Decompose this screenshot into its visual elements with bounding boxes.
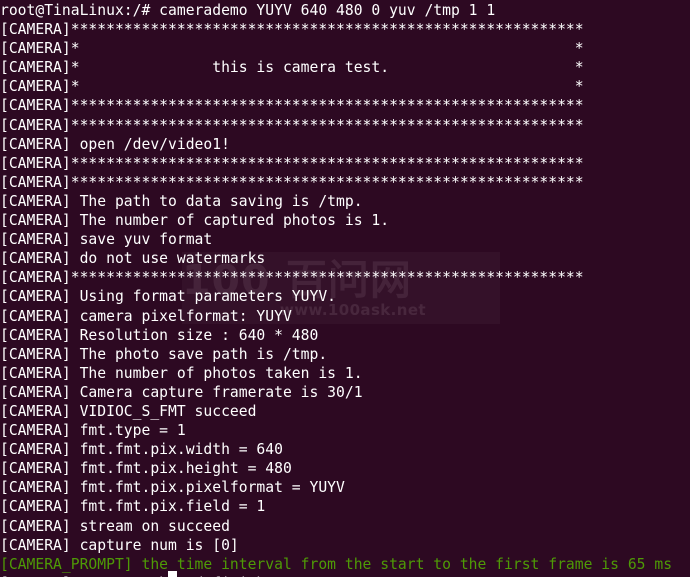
terminal-window[interactable]: 100 百问网 www.100ask.net root@TinaLinux:/#… — [0, 0, 690, 577]
terminal-line: [CAMERA] fmt.fmt.pix.height = 480 — [0, 460, 292, 478]
terminal-output: root@TinaLinux:/# camerademo YUYV 640 48… — [0, 1, 690, 577]
terminal-line: [CAMERA] stream on succeed — [0, 517, 230, 535]
terminal-line: [CAMERA] VIDIOC_S_FMT succeed — [0, 402, 257, 420]
terminal-line: [CAMERA] save yuv format — [0, 231, 213, 249]
terminal-line: [CAMERA]********************************… — [0, 116, 584, 134]
terminal-line: [CAMERA] The photo save path is /tmp. — [0, 345, 328, 363]
terminal-line: [CAMERA]* this is camera test. * — [0, 59, 584, 77]
terminal-line: [CAMERA] do not use watermarks — [0, 250, 266, 268]
terminal-line: [CAMERA] fmt.type = 1 — [0, 422, 186, 440]
terminal-line: [CAMERA]********************************… — [0, 269, 584, 287]
terminal-line: [CAMERA] Resolution size : 640 * 480 — [0, 326, 319, 344]
terminal-line: [CAMERA_PROMPT] the time interval from t… — [0, 555, 673, 573]
terminal-line: [CAMERA] Using format parameters YUYV. — [0, 288, 337, 306]
terminal-line: [CAMERA] fmt.fmt.pix.field = 1 — [0, 498, 266, 516]
terminal-line: [CAMERA] fmt.fmt.pix.width = 640 — [0, 441, 283, 459]
terminal-line: [CAMERA] camera pixelformat: YUYV — [0, 307, 292, 325]
terminal-line: [CAMERA] fmt.fmt.pix.pixelformat = YUYV — [0, 479, 345, 497]
terminal-line: [CAMERA] The path to data saving is /tmp… — [0, 192, 363, 210]
terminal-line: [CAMERA]********************************… — [0, 154, 584, 172]
terminal-line: [CAMERA] capture num is [0] — [0, 536, 239, 554]
terminal-line: [CAMERA]********************************… — [0, 21, 584, 39]
terminal-prompt-line: root@TinaLinux:/# camerademo YUYV 640 48… — [0, 2, 496, 19]
terminal-line: [CAMERA] Camera capture framerate is 30/… — [0, 383, 363, 401]
terminal-line: [CAMERA]* * — [0, 78, 584, 96]
terminal-line: [CAMERA] The number of captured photos i… — [0, 212, 390, 230]
terminal-line: [CAMERA]* * — [0, 40, 584, 58]
terminal-line: [CAMERA]********************************… — [0, 173, 584, 191]
terminal-line: [CAMERA] The number of photos taken is 1… — [0, 364, 363, 382]
terminal-line: [CAMERA]********************************… — [0, 97, 584, 115]
text-cursor — [168, 571, 177, 577]
terminal-line: [CAMERA] open /dev/video1! — [0, 135, 230, 153]
